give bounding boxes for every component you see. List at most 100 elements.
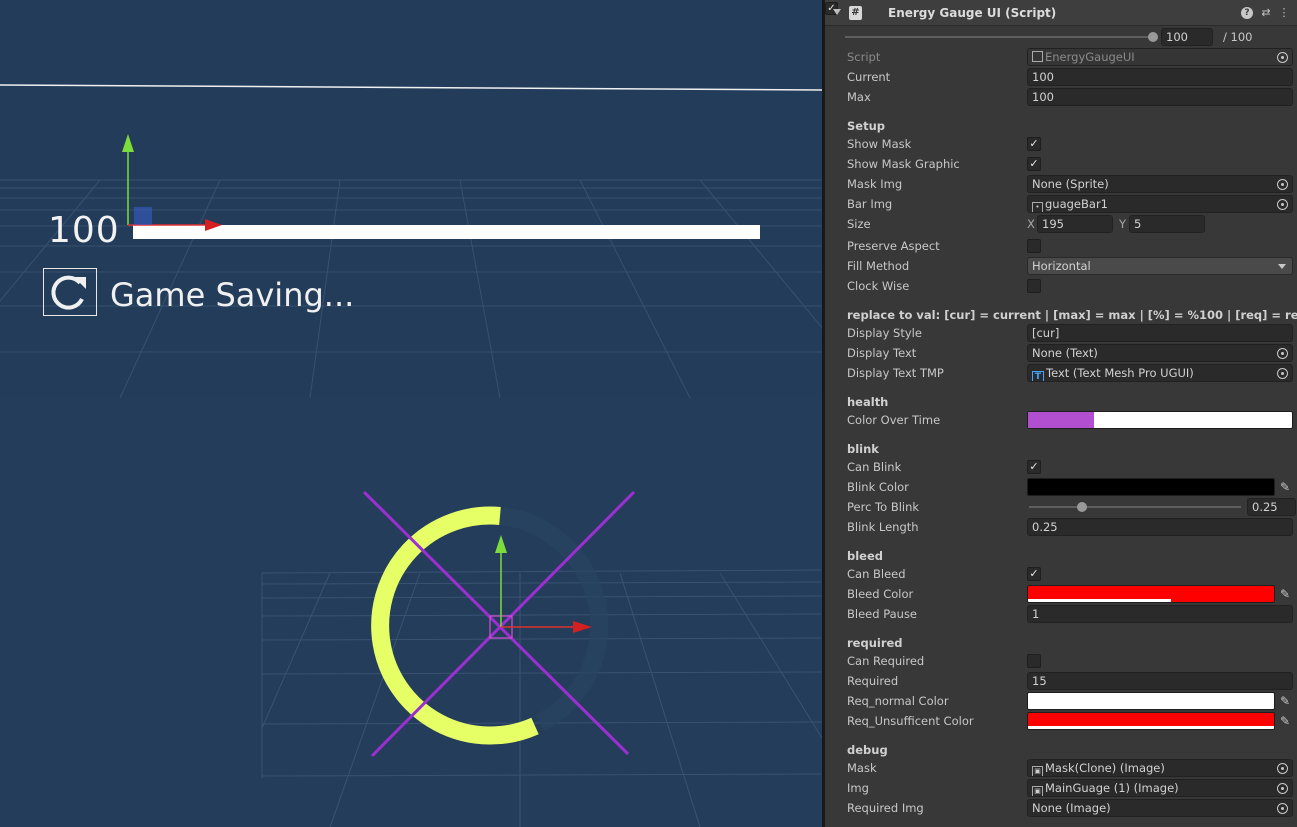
clock-wise-label: Clock Wise: [847, 279, 910, 293]
fill-method-dropdown[interactable]: Horizontal: [1027, 257, 1293, 275]
display-style-row: Display Style [cur]: [825, 323, 1297, 343]
script-label: Script: [847, 50, 881, 64]
slider-thumb[interactable]: [1148, 32, 1158, 42]
object-picker-icon[interactable]: [1277, 199, 1288, 210]
display-style-input[interactable]: [cur]: [1027, 324, 1293, 342]
current-input[interactable]: 100: [1027, 68, 1293, 86]
foldout-arrow-icon[interactable]: [833, 9, 841, 15]
can-bleed-checkbox[interactable]: ✓: [1027, 567, 1041, 581]
slider-track: [845, 36, 1153, 38]
perc-to-blink-input[interactable]: 0.25: [1247, 498, 1296, 516]
mask-img-field[interactable]: None (Sprite): [1027, 175, 1293, 193]
kebab-menu-icon[interactable]: ⋮: [1277, 6, 1291, 20]
clock-wise-checkbox[interactable]: [1027, 279, 1041, 293]
bleed-header: bleed: [847, 549, 884, 563]
show-mask-checkbox[interactable]: ✓: [1027, 137, 1041, 151]
bar-img-value: guageBar1: [1045, 197, 1108, 211]
alpha-indicator: [1028, 726, 1274, 729]
current-row: Current 100: [825, 67, 1297, 87]
debug-mask-row: Mask ▣ Mask(Clone) (Image): [825, 758, 1297, 778]
perc-to-blink-label: Perc To Blink: [847, 500, 920, 514]
show-mask-graphic-checkbox[interactable]: ✓: [1027, 157, 1041, 171]
script-row: Script EnergyGaugeUI: [825, 47, 1297, 67]
req-unsufficent-color-swatch[interactable]: [1027, 712, 1275, 730]
bleed-color-label: Bleed Color: [847, 587, 914, 601]
scene-grid-bottom: [261, 490, 822, 827]
object-picker-icon[interactable]: [1277, 803, 1288, 814]
debug-mask-field[interactable]: ▣ Mask(Clone) (Image): [1027, 759, 1293, 777]
show-mask-graphic-row: Show Mask Graphic ✓: [825, 154, 1297, 174]
can-blink-label: Can Blink: [847, 460, 902, 474]
eyedropper-icon[interactable]: ✎: [1277, 586, 1293, 602]
preserve-aspect-checkbox[interactable]: [1027, 239, 1041, 253]
eyedropper-icon[interactable]: ✎: [1277, 713, 1293, 729]
inspector-panel: # ✓ Energy Gauge UI (Script) ? ⇄ ⋮ 100 /…: [822, 0, 1297, 827]
eyedropper-icon[interactable]: ✎: [1277, 479, 1293, 495]
display-text-label: Display Text: [847, 346, 917, 360]
color-over-time-gradient[interactable]: [1027, 411, 1293, 429]
blink-color-swatch[interactable]: [1027, 478, 1275, 496]
size-label: Size: [847, 217, 871, 231]
blink-length-label: Blink Length: [847, 520, 919, 534]
gauge-value-text: 100: [48, 210, 120, 251]
current-label: Current: [847, 70, 891, 84]
max-label: Max: [847, 90, 871, 104]
display-text-tmp-value: Text (Text Mesh Pro UGUI): [1046, 366, 1194, 380]
required-img-row: Required Img None (Image): [825, 798, 1297, 818]
show-mask-label: Show Mask: [847, 137, 912, 151]
can-required-checkbox[interactable]: [1027, 654, 1041, 668]
fill-method-row: Fill Method Horizontal: [825, 256, 1297, 276]
help-icon[interactable]: ?: [1241, 7, 1253, 19]
size-y-input[interactable]: 5: [1129, 215, 1205, 233]
object-picker-icon[interactable]: [1277, 763, 1288, 774]
display-text-tmp-field[interactable]: T Text (Text Mesh Pro UGUI): [1027, 364, 1293, 382]
req-unsufficent-color-row: Req_Unsufficent Color ✎: [825, 711, 1297, 731]
mask-img-label: Mask Img: [847, 177, 903, 191]
can-blink-checkbox[interactable]: ✓: [1027, 460, 1041, 474]
blink-length-input[interactable]: 0.25: [1027, 518, 1293, 536]
scene-view-bottom[interactable]: [0, 398, 822, 827]
size-x-input[interactable]: 195: [1037, 215, 1113, 233]
blink-color-row: Blink Color ✎: [825, 477, 1297, 497]
object-picker-icon: [1277, 52, 1288, 63]
scene-view-top[interactable]: 100 Game Saving...: [0, 0, 822, 398]
object-picker-icon[interactable]: [1277, 783, 1288, 794]
perc-to-blink-row: Perc To Blink 0.25: [825, 497, 1297, 517]
show-mask-graphic-label: Show Mask Graphic: [847, 157, 960, 171]
top-value-slider[interactable]: 100 / 100: [825, 27, 1297, 47]
perc-to-blink-thumb[interactable]: [1077, 502, 1087, 512]
req-normal-color-swatch[interactable]: [1027, 692, 1275, 710]
bar-img-label: Bar Img: [847, 197, 893, 211]
display-text-value: None (Text): [1032, 346, 1098, 360]
debug-mask-label: Mask: [847, 761, 877, 775]
script-field: EnergyGaugeUI: [1027, 48, 1293, 66]
can-blink-row: Can Blink ✓: [825, 457, 1297, 477]
max-input[interactable]: 100: [1027, 88, 1293, 106]
bar-img-field[interactable]: • guageBar1: [1027, 195, 1293, 213]
display-text-field[interactable]: None (Text): [1027, 344, 1293, 362]
blink-color-label: Blink Color: [847, 480, 909, 494]
debug-img-field[interactable]: ▣ MainGuage (1) (Image): [1027, 779, 1293, 797]
bleed-pause-input[interactable]: 1: [1027, 605, 1293, 623]
presets-icon[interactable]: ⇄: [1259, 6, 1273, 20]
object-picker-icon[interactable]: [1277, 368, 1288, 379]
debug-mask-value: Mask(Clone) (Image): [1045, 761, 1165, 775]
display-style-label: Display Style: [847, 326, 922, 340]
object-picker-icon[interactable]: [1277, 179, 1288, 190]
size-y-label: Y: [1119, 217, 1127, 231]
show-mask-row: Show Mask ✓: [825, 134, 1297, 154]
required-img-value: None (Image): [1032, 801, 1111, 815]
required-img-field[interactable]: None (Image): [1027, 799, 1293, 817]
object-picker-icon[interactable]: [1277, 348, 1288, 359]
bleed-color-swatch[interactable]: [1027, 585, 1275, 603]
eyedropper-icon[interactable]: ✎: [1277, 693, 1293, 709]
debug-img-value: MainGuage (1) (Image): [1045, 781, 1179, 795]
component-header[interactable]: # ✓ Energy Gauge UI (Script) ? ⇄ ⋮: [825, 0, 1297, 26]
bleed-pause-label: Bleed Pause: [847, 607, 918, 621]
display-header: replace to val: [cur] = current | [max] …: [847, 308, 1297, 322]
debug-img-label: Img: [847, 781, 869, 795]
debug-header: debug: [847, 743, 888, 757]
slider-value-field[interactable]: 100: [1161, 28, 1213, 46]
required-input[interactable]: 15: [1027, 672, 1293, 690]
mask-img-value: None (Sprite): [1032, 177, 1109, 191]
